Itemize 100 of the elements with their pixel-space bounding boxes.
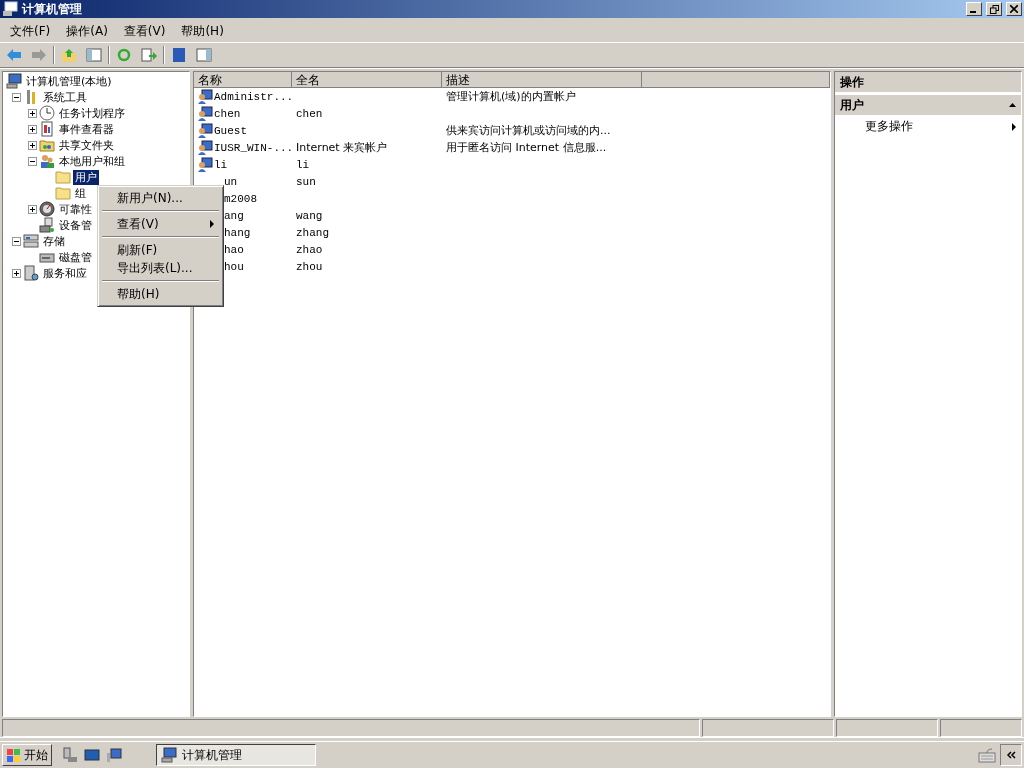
user-name: un [224, 175, 238, 188]
context-menu-item[interactable]: 刷新(F) [101, 241, 220, 259]
close-button[interactable] [1006, 2, 1022, 16]
full-name: Internet 来宾帐户 [296, 141, 388, 154]
show-hidden-icons-button[interactable] [1000, 744, 1022, 766]
tree-item[interactable]: 服务和应 [41, 265, 89, 281]
restore-icon [989, 4, 999, 14]
computer-icon [161, 747, 177, 763]
tree-item[interactable]: 可靠性 [57, 201, 94, 217]
shared-folder-icon [39, 137, 55, 153]
user-name: Guest [214, 124, 247, 137]
column-header[interactable]: 全名 [292, 72, 442, 88]
full-name: wang [296, 209, 323, 222]
tree-item[interactable]: 用户 [73, 169, 99, 185]
context-menu-item[interactable]: 查看(V) [101, 215, 220, 233]
close-icon [1010, 5, 1018, 13]
users-icon [39, 153, 55, 169]
taskbar-button[interactable]: 计算机管理 [156, 744, 316, 766]
tree-item[interactable]: 计算机管理(本地) [24, 73, 114, 89]
device-manager-icon [39, 217, 55, 233]
tree-item[interactable]: 任务计划程序 [57, 105, 127, 121]
full-name: li [296, 158, 310, 171]
collapse-toggle[interactable] [12, 236, 21, 246]
computer-icon [106, 747, 122, 763]
user-name: chen [214, 107, 241, 120]
full-name: zhao [296, 243, 323, 256]
computer-icon [6, 73, 22, 89]
description: 管理计算机(域)的内置帐户 [446, 90, 576, 103]
tree-item[interactable]: 组 [73, 185, 88, 201]
user-name: hang [224, 226, 251, 239]
expand-toggle[interactable] [28, 204, 37, 214]
console-tree-icon [86, 47, 102, 63]
gauge-icon [39, 201, 55, 217]
tree-item[interactable]: 存储 [41, 233, 67, 249]
expand-toggle[interactable] [28, 124, 37, 134]
full-name: chen [296, 107, 323, 120]
column-header[interactable]: 描述 [442, 72, 642, 88]
refresh-icon [116, 47, 132, 63]
plus-icon [29, 205, 36, 213]
action-item[interactable]: 更多操作 [835, 115, 1021, 138]
folder-icon [55, 169, 71, 185]
collapse-toggle[interactable] [28, 156, 37, 166]
submenu-arrow-icon [210, 220, 214, 228]
plus-icon [29, 141, 36, 149]
full-name: sun [296, 175, 316, 188]
context-menu-item[interactable]: 新用户(N)... [101, 189, 220, 207]
window-title: 计算机管理 [22, 0, 83, 18]
help-icon [171, 47, 187, 63]
start-button[interactable]: 开始 [2, 744, 52, 766]
tree-item[interactable]: 共享文件夹 [57, 137, 116, 153]
keyboard-icon [978, 747, 996, 763]
folder-icon [55, 185, 71, 201]
tree-item[interactable]: 系统工具 [41, 89, 89, 105]
up-folder-icon [61, 47, 77, 63]
plus-icon [29, 109, 36, 117]
menu-item[interactable]: 操作(A) [58, 20, 116, 42]
tree-item[interactable]: 磁盘管 [57, 249, 94, 265]
user-name: IUSR_WIN-... [214, 141, 294, 154]
expand-toggle[interactable] [28, 140, 37, 150]
full-name: zhang [296, 226, 329, 239]
back-icon [6, 47, 22, 63]
tree-item[interactable]: 本地用户和组 [57, 153, 127, 169]
section-header[interactable]: 用户 [835, 95, 1021, 115]
plus-icon [13, 269, 20, 277]
collapse-toggle[interactable] [12, 92, 21, 102]
server-manager-icon [62, 747, 78, 763]
forward-icon [31, 47, 47, 63]
windows-logo-icon [6, 747, 22, 763]
menu-item[interactable]: 查看(V) [115, 20, 174, 42]
restore-button[interactable] [986, 2, 1002, 16]
description: 供来宾访问计算机或访问域的内... [446, 124, 611, 137]
tree-item[interactable]: 设备管 [57, 217, 94, 233]
export-icon [141, 47, 157, 63]
submenu-arrow-icon [1012, 122, 1016, 131]
user-name: hao [224, 243, 244, 256]
column-header[interactable] [642, 72, 830, 88]
column-header[interactable]: 名称 [194, 72, 292, 88]
app-icon [2, 1, 18, 17]
user-name: Administr... [214, 90, 294, 103]
description: 用于匿名访问 Internet 信息服... [446, 141, 607, 154]
terminal-icon [84, 747, 100, 763]
pane-header: 操作 [835, 72, 1021, 93]
user-name: m2008 [224, 192, 257, 205]
services-icon [23, 265, 39, 281]
expand-toggle[interactable] [12, 268, 21, 278]
plus-icon [29, 125, 36, 133]
menu-item[interactable]: 文件(F) [2, 20, 59, 42]
section-title: 用户 [840, 96, 864, 114]
action-pane-icon [196, 47, 212, 63]
expand-toggle[interactable] [28, 108, 37, 118]
context-menu-item[interactable]: 帮助(H) [101, 285, 220, 303]
context-menu-item[interactable]: 导出列表(L)... [101, 259, 220, 277]
full-name: zhou [296, 260, 323, 273]
event-viewer-icon [39, 121, 55, 137]
double-chevron-icon [1006, 751, 1016, 759]
user-name: li [214, 158, 228, 171]
storage-icon [23, 233, 39, 249]
menu-item[interactable]: 帮助(H) [173, 20, 232, 42]
minimize-button[interactable] [966, 2, 982, 16]
tree-item[interactable]: 事件查看器 [57, 121, 116, 137]
